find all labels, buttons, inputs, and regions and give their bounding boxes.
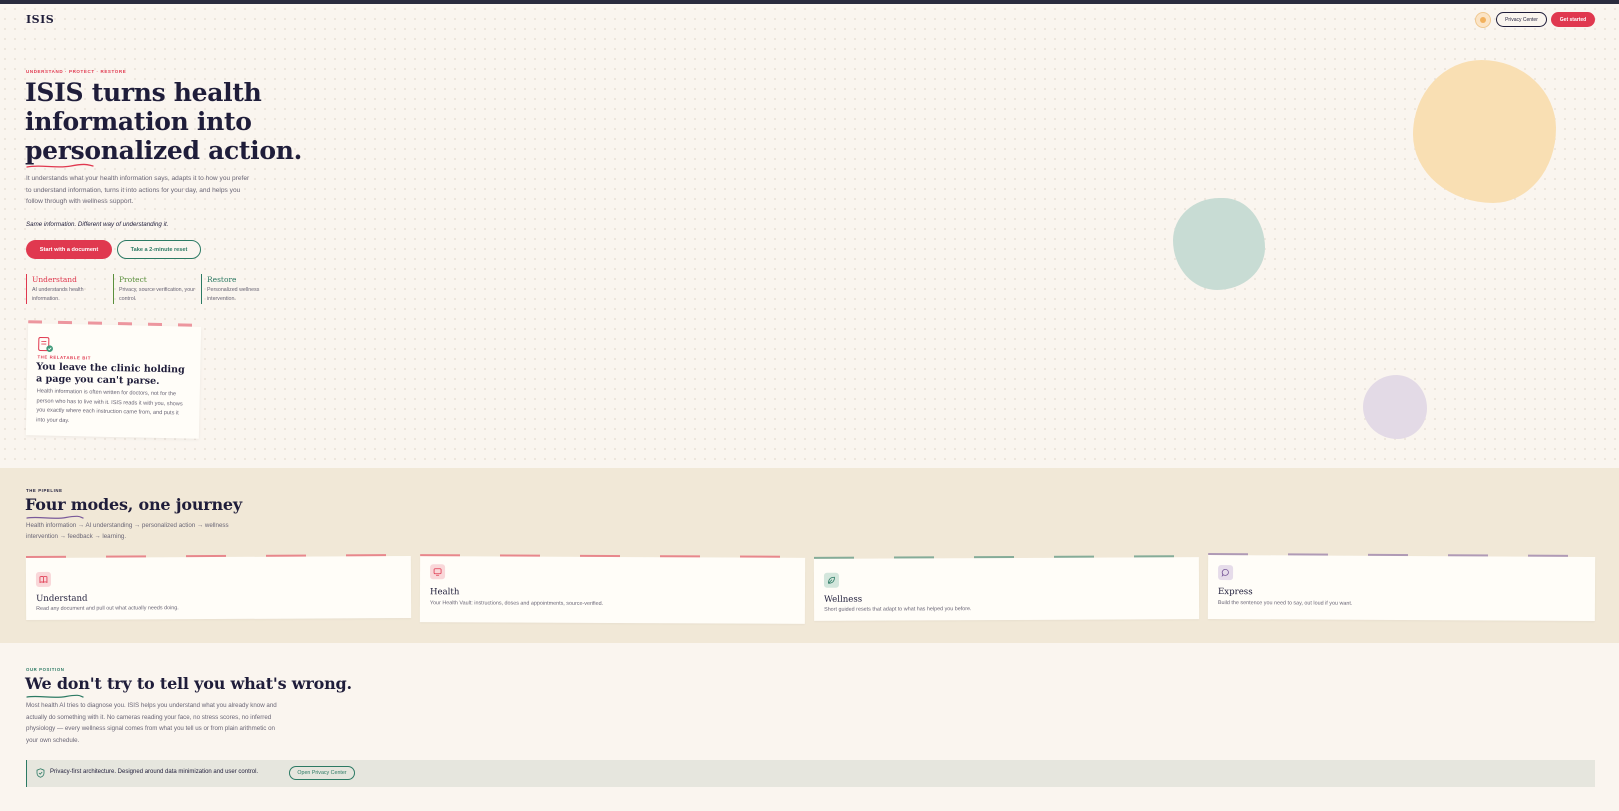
leaf-icon (823, 572, 839, 588)
position-description: Most health AI tries to diagnose you. IS… (26, 702, 277, 744)
position-underline-squiggle (26, 694, 84, 698)
card-stripe (420, 554, 806, 558)
decorative-blob-peach (1413, 60, 1556, 203)
pillar-desc: AI understands health information. (32, 287, 84, 302)
position-title: We don't try to tell you what's wrong. (25, 674, 352, 693)
get-started-button[interactable]: Get started (1551, 12, 1595, 27)
position-eyebrow: OUR POSITION (26, 667, 65, 672)
chat-bubble-icon (1218, 565, 1234, 581)
pipeline-eyebrow: THE PIPELINE (26, 488, 63, 493)
mode-title: Express (1217, 587, 1253, 598)
mode-title: Wellness (824, 594, 863, 605)
pillar-title: Protect (119, 275, 147, 284)
relatable-eyebrow: THE RELATABLE BIT (37, 354, 92, 361)
hero-eyebrow: UNDERSTAND · PROTECT · RESTORE (26, 69, 127, 74)
take-reset-button[interactable]: Take a 2-minute reset (117, 240, 201, 259)
pipeline-underline-squiggle (26, 515, 84, 519)
pillar-protect: Protect Privacy, source verification, yo… (113, 274, 197, 304)
privacy-banner: Privacy-first architecture. Designed aro… (26, 760, 1595, 787)
mode-desc: Build the sentence you need to say, out … (1217, 600, 1353, 607)
mode-desc: Read any document and pull out what actu… (36, 605, 179, 612)
mode-card-express[interactable]: Express Build the sentence you need to s… (1207, 552, 1596, 622)
mode-card-wellness[interactable]: Wellness Short guided resets that adapt … (813, 555, 1200, 621)
book-icon (35, 571, 51, 587)
mode-title: Understand (36, 593, 88, 604)
document-check-icon (38, 336, 53, 352)
pillar-title: Understand (32, 275, 77, 284)
hero-description: It understands what your health informat… (26, 175, 250, 206)
privacy-center-button[interactable]: Privacy Center (1496, 12, 1547, 27)
relatable-title: You leave the clinic holding a page you … (35, 361, 185, 387)
pillar-desc: Privacy, source verification, your contr… (119, 287, 195, 302)
open-privacy-center-button[interactable]: Open Privacy Center (289, 766, 355, 780)
theme-toggle-sun-icon[interactable] (1475, 12, 1491, 28)
pillar-understand: Understand AI understands health informa… (26, 274, 110, 304)
hero-tagline: Same information. Different way of under… (26, 221, 169, 228)
pillar-desc: Personalized wellness intervention. (207, 287, 260, 302)
mode-card-health[interactable]: Health Your Health Vault: instructions, … (419, 554, 806, 624)
mode-desc: Short guided resets that adapt to what h… (824, 606, 972, 613)
relatable-card: THE RELATABLE BIT You leave the clinic h… (25, 323, 202, 439)
card-stripe (813, 555, 1199, 559)
relatable-description: Health information is often written for … (36, 388, 183, 424)
logo[interactable]: ISIS (26, 13, 54, 26)
heart-monitor-icon (430, 564, 446, 580)
decorative-blob-sage (1173, 198, 1265, 290)
pillar-title: Restore (207, 275, 237, 284)
start-with-document-button[interactable]: Start with a document (26, 240, 112, 259)
mode-title: Health (429, 587, 460, 598)
decorative-blob-lavender (1363, 375, 1427, 439)
hero-underline-squiggle (26, 163, 94, 168)
mode-card-understand[interactable]: Understand Read any document and pull ou… (25, 553, 412, 621)
pillar-restore: Restore Personalized wellness interventi… (201, 274, 285, 304)
mode-desc: Your Health Vault: instructions, doses a… (429, 600, 604, 607)
pipeline-description: Health information → AI understanding → … (26, 522, 229, 540)
privacy-banner-text: Privacy-first architecture. Designed aro… (50, 769, 259, 775)
pipeline-title: Four modes, one journey (25, 495, 242, 514)
hero-title: ISIS turns health information into perso… (25, 78, 302, 165)
shield-check-icon (36, 768, 45, 778)
